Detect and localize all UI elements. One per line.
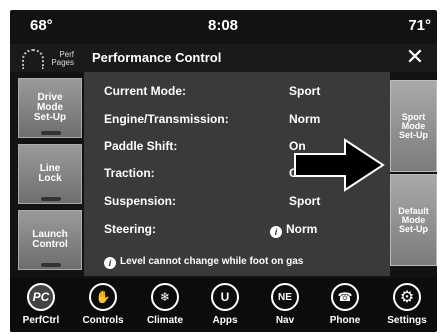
drive-mode-setup-button[interactable]: Drive Mode Set-Up [18,78,82,138]
title-bar: Perf Pages Performance Control ✕ [10,44,437,72]
note-text: Level cannot change while foot on gas [120,256,304,267]
phone-icon: ☎ [331,283,359,311]
uconnect-screen: 68° 8:08 71° Perf Pages Performance Cont… [10,10,437,332]
row-label: Paddle Shift: [104,139,178,153]
line-lock-label: Line Lock [38,163,62,184]
nav-perfctrl[interactable]: PC PerfCtrl [10,278,72,332]
row-label: Steering: [104,222,157,236]
launch-control-button[interactable]: Launch Control [18,210,82,270]
nav-label: Nav [275,315,295,326]
row-value: Sport [289,194,321,208]
close-icon[interactable]: ✕ [403,46,427,70]
fan-icon: ❄ [151,283,179,311]
nav-phone[interactable]: ☎ Phone [314,278,376,332]
steering-note: i Level cannot change while foot on gas [104,256,303,269]
gauge-icon [22,49,44,69]
uconnect-icon: U [211,283,239,311]
outside-temp-left: 68° [30,17,53,34]
row-label: Current Mode: [104,84,186,98]
drive-mode-setup-label: Drive Mode Set-Up [33,92,67,123]
clock: 8:08 [208,17,239,34]
pointer-arrow-icon [294,138,385,192]
status-bar: 68° 8:08 71° [10,10,437,44]
row-value: Norm [289,112,321,126]
button-notch [41,263,61,267]
line-lock-button[interactable]: Line Lock [18,144,82,204]
outside-temp-right: 71° [408,17,431,34]
perf-pages-button[interactable]: Perf Pages [22,47,74,71]
performance-icon: PC [27,283,55,311]
default-mode-setup-label: Default Mode Set-Up [398,205,429,234]
nav-label: Phone [329,315,361,326]
row-value: Sport [289,84,321,98]
row-label: Suspension: [104,194,177,208]
page-title: Performance Control [92,50,222,65]
row-value-with-info: i Norm [270,222,317,238]
compass-icon: NE [271,283,299,311]
bottom-nav: PC PerfCtrl ✋ Controls ❄ Climate U Apps … [10,278,437,332]
info-icon: i [270,226,282,238]
nav-nav[interactable]: NE Nav [254,278,316,332]
nav-label: Climate [146,315,184,326]
nav-label: Controls [82,315,124,326]
button-notch [41,131,61,135]
launch-control-label: Launch Control [32,229,68,250]
nav-controls[interactable]: ✋ Controls [72,278,134,332]
row-label: Traction: [104,166,155,180]
nav-label: Settings [387,315,427,326]
info-icon: i [104,257,116,269]
perf-pages-label: Perf Pages [51,50,74,67]
nav-apps[interactable]: U Apps [194,278,256,332]
nav-label: Apps [212,315,238,326]
nav-settings[interactable]: ⚙ Settings [376,278,437,332]
gear-icon: ⚙ [393,283,421,311]
nav-climate[interactable]: ❄ Climate [134,278,196,332]
sport-mode-setup-label: Sport Mode Set-Up [399,111,428,140]
sport-mode-setup-button[interactable]: Sport Mode Set-Up [390,80,437,172]
button-notch [41,197,61,201]
hand-icon: ✋ [89,283,117,311]
row-value: Norm [286,222,318,236]
nav-label: PerfCtrl [22,315,60,326]
row-label: Engine/Transmission: [104,112,229,126]
default-mode-setup-button[interactable]: Default Mode Set-Up [390,174,437,266]
